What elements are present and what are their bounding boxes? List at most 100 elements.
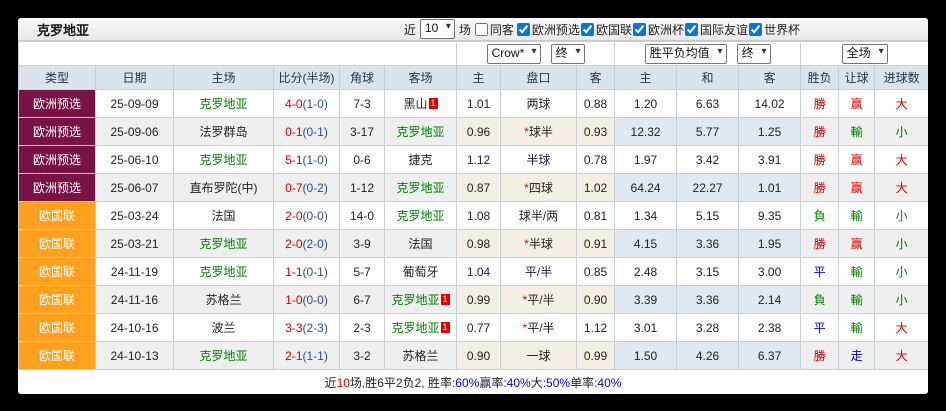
score-cell: 0-7(0-2) bbox=[273, 173, 340, 202]
avg-draw-odds-cell: 3.28 bbox=[676, 313, 740, 342]
filter-checkbox-4[interactable]: 世界杯 bbox=[748, 21, 800, 38]
competition-type-cell: 欧洲预选 bbox=[18, 173, 96, 202]
date-cell: 24-11-19 bbox=[95, 257, 174, 286]
controls-spacer bbox=[18, 41, 458, 66]
filter-checkbox-2[interactable]: 欧洲杯 bbox=[632, 21, 684, 38]
avg-select-wrapper: 胜平负均值 bbox=[644, 43, 727, 64]
home-team-cell: 直布罗陀(中) bbox=[173, 173, 274, 202]
same-away-checkbox[interactable] bbox=[474, 22, 488, 36]
handicap-final-select[interactable]: 终 bbox=[551, 44, 584, 61]
over-under-cell: 大 bbox=[874, 145, 928, 174]
summary-segment: :40% bbox=[503, 375, 531, 390]
same-away-checkbox-label[interactable]: 同客 bbox=[474, 21, 514, 38]
win-draw-loss-cell: 勝 bbox=[800, 117, 840, 146]
handicap-result-cell: 輸 bbox=[838, 257, 876, 286]
matches-table: Crow* 终 胜平负均值 终 bbox=[18, 41, 928, 370]
away-team-name: 捷克 bbox=[408, 153, 433, 167]
corners-cell: 3-2 bbox=[339, 341, 385, 370]
corners-cell: 14-0 bbox=[339, 201, 385, 230]
avg-draw-odds-cell: 3.36 bbox=[676, 285, 740, 314]
avg-away-odds-cell: 1.01 bbox=[738, 173, 802, 202]
home-team-name: 波兰 bbox=[211, 321, 236, 335]
avg-away-odds-cell: 6.37 bbox=[738, 341, 802, 370]
filter-checkbox-input-0[interactable] bbox=[516, 22, 530, 36]
handicap-line: 半球 bbox=[528, 237, 553, 251]
home-team-name: 法国 bbox=[211, 209, 236, 223]
competition-type-cell: 欧国联 bbox=[18, 285, 96, 314]
filter-checkbox-input-4[interactable] bbox=[748, 22, 762, 36]
handicap-result-cell: 走 bbox=[838, 341, 876, 370]
handicap-line-cell: 一球 bbox=[500, 341, 578, 370]
home-team-cell: 法罗群岛 bbox=[173, 117, 274, 146]
avg-draw-odds-cell: 3.15 bbox=[676, 257, 740, 286]
competition-type-cell: 欧洲预选 bbox=[18, 89, 96, 118]
home-team-name: 克罗地亚 bbox=[199, 153, 248, 167]
filter-checkbox-text: 欧洲预选 bbox=[531, 22, 580, 37]
avg-home-odds-cell: 1.34 bbox=[614, 201, 678, 230]
handicap-line: 平/半 bbox=[527, 293, 555, 307]
same-away-text: 同客 bbox=[489, 22, 514, 37]
filter-checkbox-0[interactable]: 欧洲预选 bbox=[516, 21, 580, 38]
handicap-line: 球半/两 bbox=[518, 209, 559, 223]
avg-home-odds-cell: 3.39 bbox=[614, 285, 678, 314]
recent-count-select[interactable]: 10 bbox=[420, 20, 454, 36]
competition-type-cell: 欧洲预选 bbox=[18, 117, 96, 146]
over-under-cell: 小 bbox=[874, 257, 928, 286]
handicap-home-odds-cell: 0.98 bbox=[456, 229, 502, 258]
avg-final-select[interactable]: 终 bbox=[737, 44, 770, 61]
filter-checkbox-1[interactable]: 欧国联 bbox=[580, 21, 632, 38]
win-draw-loss-cell: 勝 bbox=[800, 145, 840, 174]
corners-cell: 5-7 bbox=[339, 257, 385, 286]
competition-type-cell: 欧国联 bbox=[18, 257, 96, 286]
fulltime-score: 0-1 bbox=[285, 124, 303, 139]
competition-type-cell: 欧国联 bbox=[18, 201, 96, 230]
home-team-cell: 克罗地亚 bbox=[173, 229, 274, 258]
avg-away-odds-cell: 9.35 bbox=[738, 201, 802, 230]
handicap-away-odds-cell: 1.02 bbox=[576, 173, 616, 202]
over-under-cell: 小 bbox=[874, 285, 928, 314]
avg-away-odds-cell: 2.38 bbox=[738, 313, 802, 342]
fulltime-score: 0-7 bbox=[285, 180, 303, 195]
filter-checkbox-input-1[interactable] bbox=[580, 22, 594, 36]
summary-segment: 赢率 bbox=[479, 376, 504, 390]
summary-segment: :50% bbox=[542, 375, 571, 390]
away-team-cell: 法国 bbox=[383, 229, 458, 258]
handicap-away-odds-cell: 0.88 bbox=[576, 89, 616, 118]
away-team-cell: 克罗地亚 1 bbox=[383, 313, 458, 342]
avg-home-odds-cell: 3.01 bbox=[614, 313, 678, 342]
away-team-cell: 捷克 bbox=[383, 145, 458, 174]
column-header-8: 客 bbox=[576, 65, 616, 90]
table-row: 欧洲预选 25-06-10 克罗地亚 5-1(1-0) 0-6 捷克 1.12 … bbox=[18, 145, 928, 174]
handicap-final-select-wrapper: 终 bbox=[550, 43, 585, 64]
score-cell: 2-0(2-0) bbox=[273, 229, 340, 258]
fulltime-score: 1-0 bbox=[285, 292, 303, 307]
date-cell: 24-11-16 bbox=[95, 285, 174, 314]
handicap-result-cell: 輸 bbox=[838, 117, 876, 146]
filter-checkbox-3[interactable]: 国际友谊 bbox=[684, 21, 748, 38]
table-row: 欧国联 24-11-19 克罗地亚 1-1(0-1) 5-7 葡萄牙 1.04 … bbox=[18, 257, 928, 286]
avg-select[interactable]: 胜平负均值 bbox=[645, 44, 726, 61]
column-header-row: 类型 日期 主场 比分(半场) 角球 客场主盘口客主和客胜负 让球 进球数 bbox=[18, 65, 928, 90]
handicap-result-cell: 輸 bbox=[838, 285, 876, 314]
avg-draw-odds-cell: 4.26 bbox=[676, 341, 740, 370]
away-card-badge: 1 bbox=[428, 98, 438, 109]
handicap-result-cell: 赢 bbox=[838, 173, 876, 202]
handicap-line-cell: *四球 bbox=[500, 173, 578, 202]
table-row: 欧国联 24-10-13 克罗地亚 2-1(1-1) 3-2 苏格兰 0.90 … bbox=[18, 341, 928, 370]
handicap-away-odds-cell: 1.12 bbox=[576, 313, 616, 342]
score-cell: 5-1(1-0) bbox=[273, 145, 340, 174]
away-team-name: 克罗地亚 bbox=[391, 293, 440, 307]
handicap-line: 平/半 bbox=[527, 321, 555, 335]
filter-checkbox-input-3[interactable] bbox=[684, 22, 698, 36]
column-header-1: 日期 bbox=[95, 65, 174, 90]
filter-checkbox-input-2[interactable] bbox=[632, 22, 646, 36]
filter-checkbox-text: 欧国联 bbox=[595, 22, 632, 37]
handicap-line-cell: 两球 bbox=[500, 89, 578, 118]
home-team-cell: 法国 bbox=[173, 201, 274, 230]
date-cell: 25-03-24 bbox=[95, 201, 174, 230]
competition-type-cell: 欧国联 bbox=[18, 229, 96, 258]
avg-away-odds-cell: 1.25 bbox=[738, 117, 802, 146]
scope-select[interactable]: 全场 bbox=[842, 44, 887, 61]
table-row: 欧国联 24-11-16 苏格兰 1-0(0-0) 6-7 克罗地亚 1 0.99… bbox=[18, 285, 928, 314]
company-select[interactable]: Crow* bbox=[487, 44, 540, 61]
